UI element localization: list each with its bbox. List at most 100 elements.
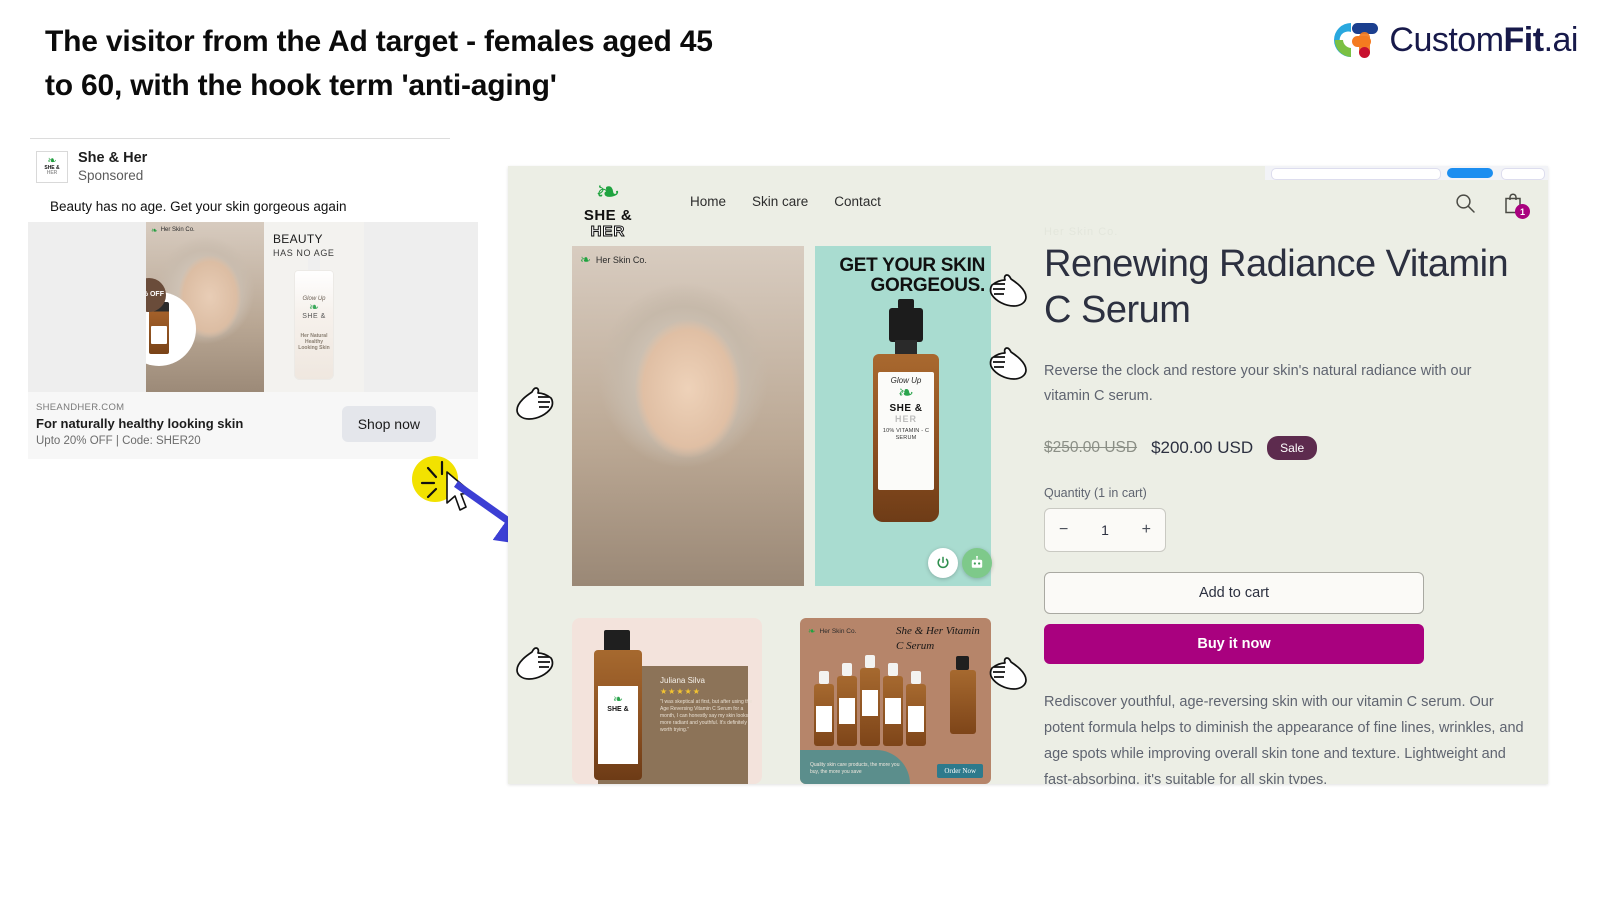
creative-model-photo: ❧ Her Skin Co. 20% OFF [146,221,264,392]
nav-item-home[interactable]: Home [690,194,726,209]
poster-bottle-row [814,655,926,746]
nav-item-contact[interactable]: Contact [834,194,881,209]
bottle-brand: SHE & [302,312,326,320]
review-content: Juliana Silva ★★★★★ "I was skeptical at … [660,676,756,734]
ad-footer: SHEANDHER.COM For naturally healthy look… [28,391,478,459]
sponsored-label: Sponsored [78,168,144,184]
cart-icon[interactable]: 1 [1502,192,1530,219]
facebook-ad-preview: ❧ SHE & HER She & Her Sponsored Beauty h… [14,138,478,459]
creative-left-padding [28,221,146,392]
review-bottle: ❧ SHE & [594,650,642,780]
pointing-hand-icon [988,345,1038,385]
pointing-hand-icon [988,655,1038,695]
shop-now-button[interactable]: Shop now [341,406,436,443]
nav-item-skin-care[interactable]: Skin care [752,194,808,209]
store-nav: Home Skin care Contact [690,194,881,209]
poster-bottle-label [885,698,901,724]
quantity-decrease-button[interactable]: − [1059,521,1068,539]
banner-line-1: GET YOUR SKIN [839,255,985,276]
sale-badge: Sale [1267,436,1318,461]
product-bottle: Glow Up ❧ SHE & HER 10% VITAMIN - C SERU… [873,354,939,522]
leaf-icon: ❧ [595,176,621,209]
power-icon[interactable] [928,548,958,578]
review-stars: ★★★★★ [660,687,701,696]
creative-bottle-label: Glow Up ❧ SHE & Her Natural Healthy Look… [298,296,330,351]
product-short-description: Reverse the clock and restore your skin'… [1044,362,1472,405]
poster-footnote: Quality skin care products, the more you… [810,762,900,775]
product-long-description: Rediscover youthful, age-reversing skin … [1044,694,1524,784]
leaf-icon: ❧ [151,225,158,235]
creative-brand-label: Her Skin Co. [160,227,195,234]
mini-bottle-label [151,325,167,344]
advertiser-name[interactable]: She & Her [78,149,147,167]
banner-line-2: GORGEOUS. [870,275,986,296]
quantity-input[interactable]: 1 [1101,522,1109,538]
bottle-cap [889,299,923,342]
poster-bottle [860,655,880,746]
avatar-line-2: HER [46,170,58,177]
poster-bottle-label [816,706,832,732]
wordmark-fit: Fit [1503,21,1545,59]
poster-bottle [883,663,903,746]
poster-hero-bottle [950,656,976,734]
ad-display-url: SHEANDHER.COM [36,401,125,413]
gallery-image-model[interactable]: ❧ Her Skin Co. [572,246,804,586]
buy-it-now-button[interactable]: Buy it now [1044,624,1424,665]
gallery-brand-mark: ❧ Her Skin Co. [580,252,647,268]
quantity-increase-button[interactable]: + [1142,521,1151,539]
gallery-image-poster[interactable]: ❧ Her Skin Co. She & Her Vitamin C Serum… [800,618,991,784]
creative-title-line-1: BEAUTY [273,231,323,246]
store-logo[interactable]: ❧ SHE & HER [572,176,644,241]
store-logo-line-1: SHE & [583,207,633,224]
reviewer-name: Juliana Silva [660,676,705,685]
floating-widgets [928,548,992,578]
chatbot-icon[interactable] [962,548,992,578]
creative-copy-panel: BEAUTY HAS NO AGE Glow Up ❧ SHE & Her Na… [264,221,364,392]
poster-title: She & Her Vitamin C Serum [896,625,980,652]
poster-order-now-button[interactable]: Order Now [937,764,983,778]
bottle-brand-line-2: HER [894,414,917,424]
customfit-wordmark: CustomFit.ai [1389,23,1578,57]
quantity-stepper[interactable]: − 1 + [1044,508,1166,553]
wordmark-ai: .ai [1543,21,1579,59]
store-logo-line-2: HER [590,223,626,240]
review-bottle-brand: SHE & [607,706,629,713]
leaf-icon: ❧ [898,383,914,404]
product-bottle-label: Glow Up ❧ SHE & HER 10% VITAMIN - C SERU… [878,372,934,490]
quantity-label: Quantity (1 in cart) [1044,486,1147,501]
customfit-logo-mark [1321,14,1381,66]
ad-primary-text: Beauty has no age. Get your skin gorgeou… [50,198,347,214]
bottle-subtext: 10% VITAMIN - C SERUM [882,428,930,441]
poster-bottle [837,663,857,746]
poster-bottle [906,671,926,746]
advertiser-avatar: ❧ SHE & HER [36,150,68,183]
search-icon[interactable] [1454,192,1476,214]
pointing-hand-icon [505,645,555,685]
product-price-row: $250.00 USD $200.00 USD Sale [1044,436,1544,461]
model-face [572,246,804,586]
page-title-line-2: to 60, with the hook term 'anti-aging' [45,69,557,103]
bottle-brand-line-1: SHE & [889,403,923,414]
gallery-banner-text: GET YOUR SKIN GORGEOUS. [815,256,985,296]
product-title: Renewing Radiance Vitamin C Serum [1044,243,1509,331]
customfit-logo: CustomFit.ai [1321,14,1579,66]
poster-bottle-label [908,706,924,732]
wordmark-custom: Custom [1389,21,1504,59]
bottle-cap [604,630,630,652]
add-to-cart-button[interactable]: Add to cart [1044,572,1424,615]
page-title: The visitor from the Ad target - females… [45,20,885,108]
review-bottle-label: ❧ SHE & [598,686,638,764]
creative-bottle: Glow Up ❧ SHE & Her Natural Healthy Look… [294,269,334,380]
leaf-icon: ❧ [308,299,320,314]
ad-creative-image[interactable]: ❧ Her Skin Co. 20% OFF BEAUTY HAS NO AGE… [28,221,478,392]
creative-brand-mark: ❧ Her Skin Co. [151,226,195,235]
gallery-brand-label: Her Skin Co. [595,255,647,265]
current-price: $200.00 USD [1151,438,1254,458]
leaf-icon: ❧ [580,252,591,267]
ad-footer-text: SHEANDHER.COM For naturally healthy look… [28,402,342,447]
review-text: "I was skeptical at first, but after usi… [660,699,753,733]
pointing-hand-icon [505,385,555,425]
gallery-image-review[interactable]: ❧ SHE & Juliana Silva ★★★★★ "I was skept… [572,618,762,784]
ad-description: Upto 20% OFF | Code: SHER20 [36,434,201,447]
gallery-image-product[interactable]: GET YOUR SKIN GORGEOUS. Glow Up ❧ SHE & … [815,246,991,586]
